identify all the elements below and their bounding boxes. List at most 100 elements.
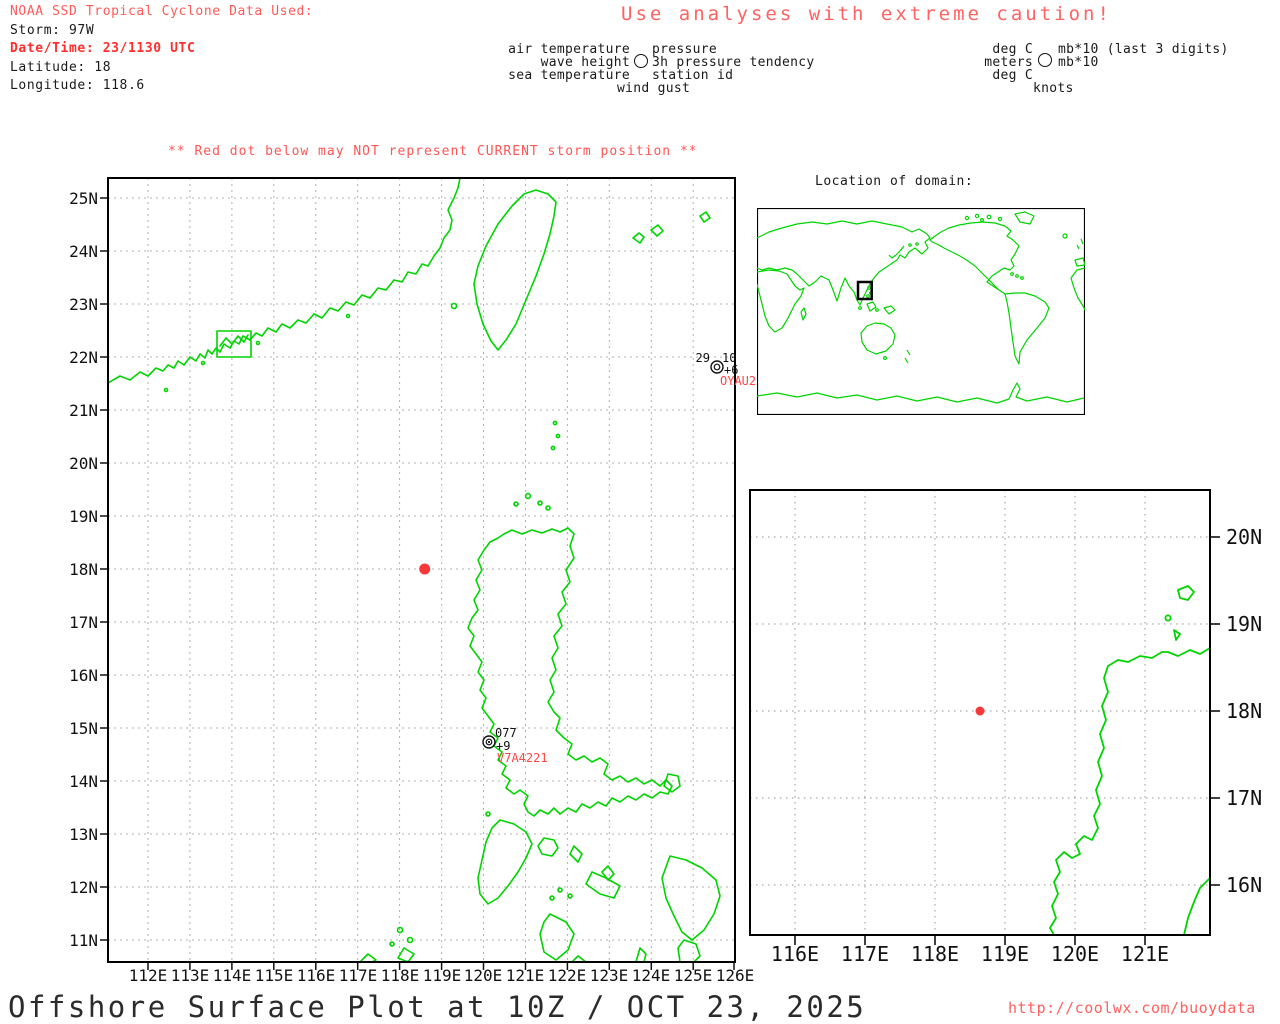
station-oyau2-air-temp: 29 — [695, 351, 710, 365]
y-tick-label: 22N — [69, 348, 98, 367]
penghu-island — [450, 302, 458, 310]
storm-datetime: Date/Time: 23/1130 UTC — [10, 41, 196, 56]
x-tick-label: 119E — [980, 942, 1030, 966]
y-tick-label: 16N — [1226, 873, 1263, 897]
x-tick-label: 114E — [212, 966, 252, 985]
y-tick-label: 23N — [69, 295, 98, 314]
x-tick-label: 122E — [547, 966, 587, 985]
x-tick-label: 118E — [380, 966, 420, 985]
china-coastline — [107, 177, 461, 384]
borneo-island — [866, 301, 877, 312]
burias-island — [569, 845, 583, 863]
world-inset-map — [757, 208, 1085, 415]
y-tick-label: 15N — [69, 719, 98, 738]
x-tick-label: 124E — [631, 966, 671, 985]
main-map — [100, 177, 736, 970]
y-tick-label: 17N — [1226, 786, 1263, 810]
x-tick-label: 117E — [840, 942, 890, 966]
y-tick-label: 20N — [69, 454, 98, 473]
x-tick-label: 112E — [128, 966, 168, 985]
new-guinea-island — [883, 305, 896, 315]
storm-position-dot-zoom — [975, 706, 985, 716]
iceland-island — [1062, 233, 1068, 239]
panay-island — [539, 913, 575, 961]
y-tick-label: 19N — [69, 507, 98, 526]
x-tick-label: 115E — [254, 966, 294, 985]
zoom-map-coastlines — [1049, 585, 1211, 936]
australia-coastline — [860, 322, 896, 355]
world-inset-frame — [757, 208, 1085, 415]
y-tick-label: 12N — [69, 878, 98, 897]
legend-wind-gust: wind gust — [617, 81, 691, 96]
station-v7a4221-id: V7A4221 — [497, 751, 548, 765]
eurasia-coastline — [757, 220, 931, 306]
legend-sea-temperature: sea temperature — [508, 68, 630, 83]
africa-coastline — [757, 269, 805, 333]
y-tick-label: 19N — [1226, 612, 1263, 636]
y-tick-label: 16N — [69, 666, 98, 685]
tc-data-title: NOAA SSD Tropical Cyclone Data Used: — [10, 4, 314, 19]
x-tick-label: 116E — [296, 966, 336, 985]
unit-deg-c-sea: deg C — [992, 68, 1033, 83]
antarctica-coastline — [757, 382, 1085, 404]
tc-data-header: NOAA SSD Tropical Cyclone Data Used: Sto… — [10, 3, 313, 96]
x-tick-label: 121E — [505, 966, 545, 985]
new-zealand-islands — [904, 349, 911, 364]
luzon-west-coast — [1049, 647, 1211, 936]
unit-knots: knots — [1033, 81, 1074, 96]
storm-position-dot — [419, 563, 431, 575]
main-map-stations — [482, 360, 724, 749]
babuyan-islands — [1177, 585, 1195, 601]
red-dot-warning: ** Red dot below may NOT represent CURRE… — [168, 144, 698, 159]
x-tick-label: 116E — [770, 942, 820, 966]
zoom-map — [749, 489, 1220, 945]
storm-latitude: Latitude: 18 — [10, 59, 112, 75]
station-oyau2-id: OYAU2 — [720, 374, 757, 388]
marinduque-island — [537, 837, 559, 857]
y-tick-label: 18N — [1226, 699, 1263, 723]
leyte-island — [677, 939, 701, 963]
offshore-surface-plot: NOAA SSD Tropical Cyclone Data Used: Sto… — [0, 0, 1280, 1024]
caution-headline: Use analyses with extreme caution! — [621, 3, 1112, 25]
y-tick-label: 18N — [69, 560, 98, 579]
taiwan-coastline — [473, 189, 557, 351]
station-circle-icon — [634, 54, 648, 68]
station-circle-icon — [1038, 53, 1052, 67]
source-url: http://coolwx.com/buoydata — [1008, 999, 1256, 1017]
y-tick-label: 14N — [69, 772, 98, 791]
madagascar-island — [800, 307, 807, 321]
luzon-east-coast — [1183, 877, 1211, 936]
x-tick-label: 120E — [463, 966, 503, 985]
west-africa-coastline — [1070, 267, 1085, 311]
world-coastlines — [757, 211, 1085, 404]
y-tick-label: 17N — [69, 613, 98, 632]
ryukyu-islands — [632, 211, 711, 244]
storm-longitude: Longitude: 118.6 — [10, 78, 145, 93]
samar-island — [661, 855, 721, 941]
y-tick-label: 24N — [69, 242, 98, 261]
x-tick-label: 125E — [673, 966, 713, 985]
calamian-islands — [359, 947, 415, 963]
y-tick-label: 25N — [69, 189, 98, 208]
main-map-coastlines — [107, 177, 721, 963]
main-map-ticks — [100, 197, 735, 970]
cebu-island — [635, 947, 647, 963]
domain-inset-title: Location of domain: — [815, 174, 974, 189]
y-tick-label: 21N — [69, 401, 98, 420]
x-tick-label: 118E — [910, 942, 960, 966]
mindoro-island — [477, 819, 533, 905]
south-america-coastline — [1004, 292, 1050, 365]
x-tick-label: 113E — [170, 966, 210, 985]
x-tick-label: 120E — [1050, 942, 1100, 966]
catanduanes-island — [663, 773, 681, 793]
x-tick-label: 126E — [715, 966, 755, 985]
x-tick-label: 121E — [1120, 942, 1170, 966]
iberia-coastline — [1074, 257, 1085, 267]
y-tick-label: 20N — [1226, 525, 1263, 549]
uk-islands — [1076, 238, 1084, 250]
north-america-coastline — [929, 221, 1020, 295]
greenland-coastline — [1014, 211, 1035, 225]
x-tick-label: 123E — [589, 966, 629, 985]
masbate-island — [585, 871, 621, 899]
zoom-map-ticks — [794, 536, 1220, 945]
